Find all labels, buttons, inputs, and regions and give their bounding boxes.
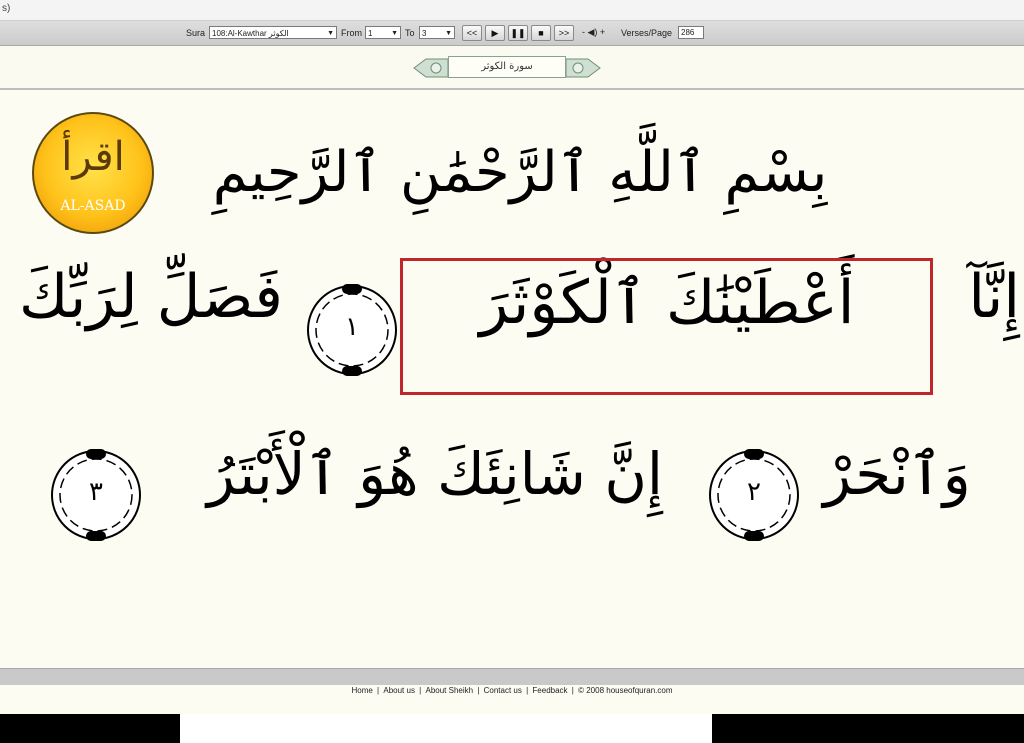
from-select[interactable]: 1 ▼ <box>365 26 401 39</box>
volume-control[interactable]: - ◀) + <box>582 27 605 38</box>
surah-title-frame: سورة الكوثر <box>412 54 602 82</box>
to-select[interactable]: 3 ▼ <box>419 26 455 39</box>
previous-button[interactable]: << <box>462 25 482 41</box>
bismillah-text: بِسْمِ ٱللَّهِ ٱلرَّحْمَٰنِ ٱلرَّحِيمِ <box>212 140 828 205</box>
footer-link-contact-us[interactable]: Contact us <box>484 686 522 695</box>
footer-separator: | <box>477 686 480 695</box>
verse-number-1: ١ <box>345 312 359 342</box>
footer-separator: | <box>526 686 529 695</box>
footer-link-feedback[interactable]: Feedback <box>532 686 567 695</box>
footer-copyright: © 2008 houseofquran.com <box>578 686 673 695</box>
footer-link-about-us[interactable]: About us <box>383 686 415 695</box>
chevron-down-icon: ▼ <box>327 30 334 37</box>
top-strip: s) <box>0 0 1024 21</box>
footer-link-home[interactable]: Home <box>351 686 372 695</box>
verse-number-2: ٢ <box>747 477 761 507</box>
verse-marker-1[interactable]: ١ <box>302 280 402 380</box>
to-label: To <box>405 28 415 38</box>
sura-select[interactable]: 108:Al-Kawthar الكوثر ▼ <box>209 26 337 39</box>
footer-links: Home | About us | About Sheikh | Contact… <box>0 686 1024 700</box>
play-button[interactable]: ▶ <box>485 25 505 41</box>
verse-3[interactable]: إِنَّ شَانِئَكَ هُوَ ٱلْأَبْتَرُ <box>170 440 700 508</box>
chevron-down-icon: ▼ <box>445 30 452 37</box>
footer-separator: | <box>571 686 574 695</box>
player-toolbar: Sura 108:Al-Kawthar الكوثر ▼ From 1 ▼ To… <box>0 21 1024 46</box>
sura-select-value: 108:Al-Kawthar الكوثر <box>212 29 289 38</box>
from-select-value: 1 <box>368 29 373 38</box>
verses-per-page-input[interactable]: 286 <box>678 26 704 39</box>
verses-per-page-label: Verses/Page <box>621 28 673 38</box>
verse-marker-3[interactable]: ٣ <box>46 445 146 545</box>
bottom-white-panel <box>180 714 712 743</box>
pause-button[interactable]: ❚❚ <box>508 25 528 41</box>
verse-marker-2[interactable]: ٢ <box>704 445 804 545</box>
from-label: From <box>341 28 362 38</box>
verse-2-end[interactable]: وَٱنْحَرْ <box>812 440 982 508</box>
surah-title: سورة الكوثر <box>448 56 566 78</box>
logo-name: AL-ASAD <box>60 198 126 214</box>
to-select-value: 3 <box>422 29 427 38</box>
footer-separator: | <box>419 686 422 695</box>
footer-bar <box>0 668 1024 685</box>
chevron-down-icon: ▼ <box>391 30 398 37</box>
verse-number-3: ٣ <box>89 477 103 507</box>
top-strip-text: s) <box>2 3 11 14</box>
footer-link-about-sheikh[interactable]: About Sheikh <box>425 686 473 695</box>
logo-calligraphy: اقرأ <box>61 134 125 180</box>
verse-2-start[interactable]: فَصَلِّ لِرَبِّكَ <box>6 262 296 332</box>
footer-separator: | <box>377 686 380 695</box>
stop-button[interactable]: ■ <box>531 25 551 41</box>
al-asad-logo: اقرأ AL-ASAD <box>32 112 154 234</box>
next-button[interactable]: >> <box>554 25 574 41</box>
sura-label: Sura <box>186 28 206 38</box>
current-verse-highlight <box>400 258 933 395</box>
